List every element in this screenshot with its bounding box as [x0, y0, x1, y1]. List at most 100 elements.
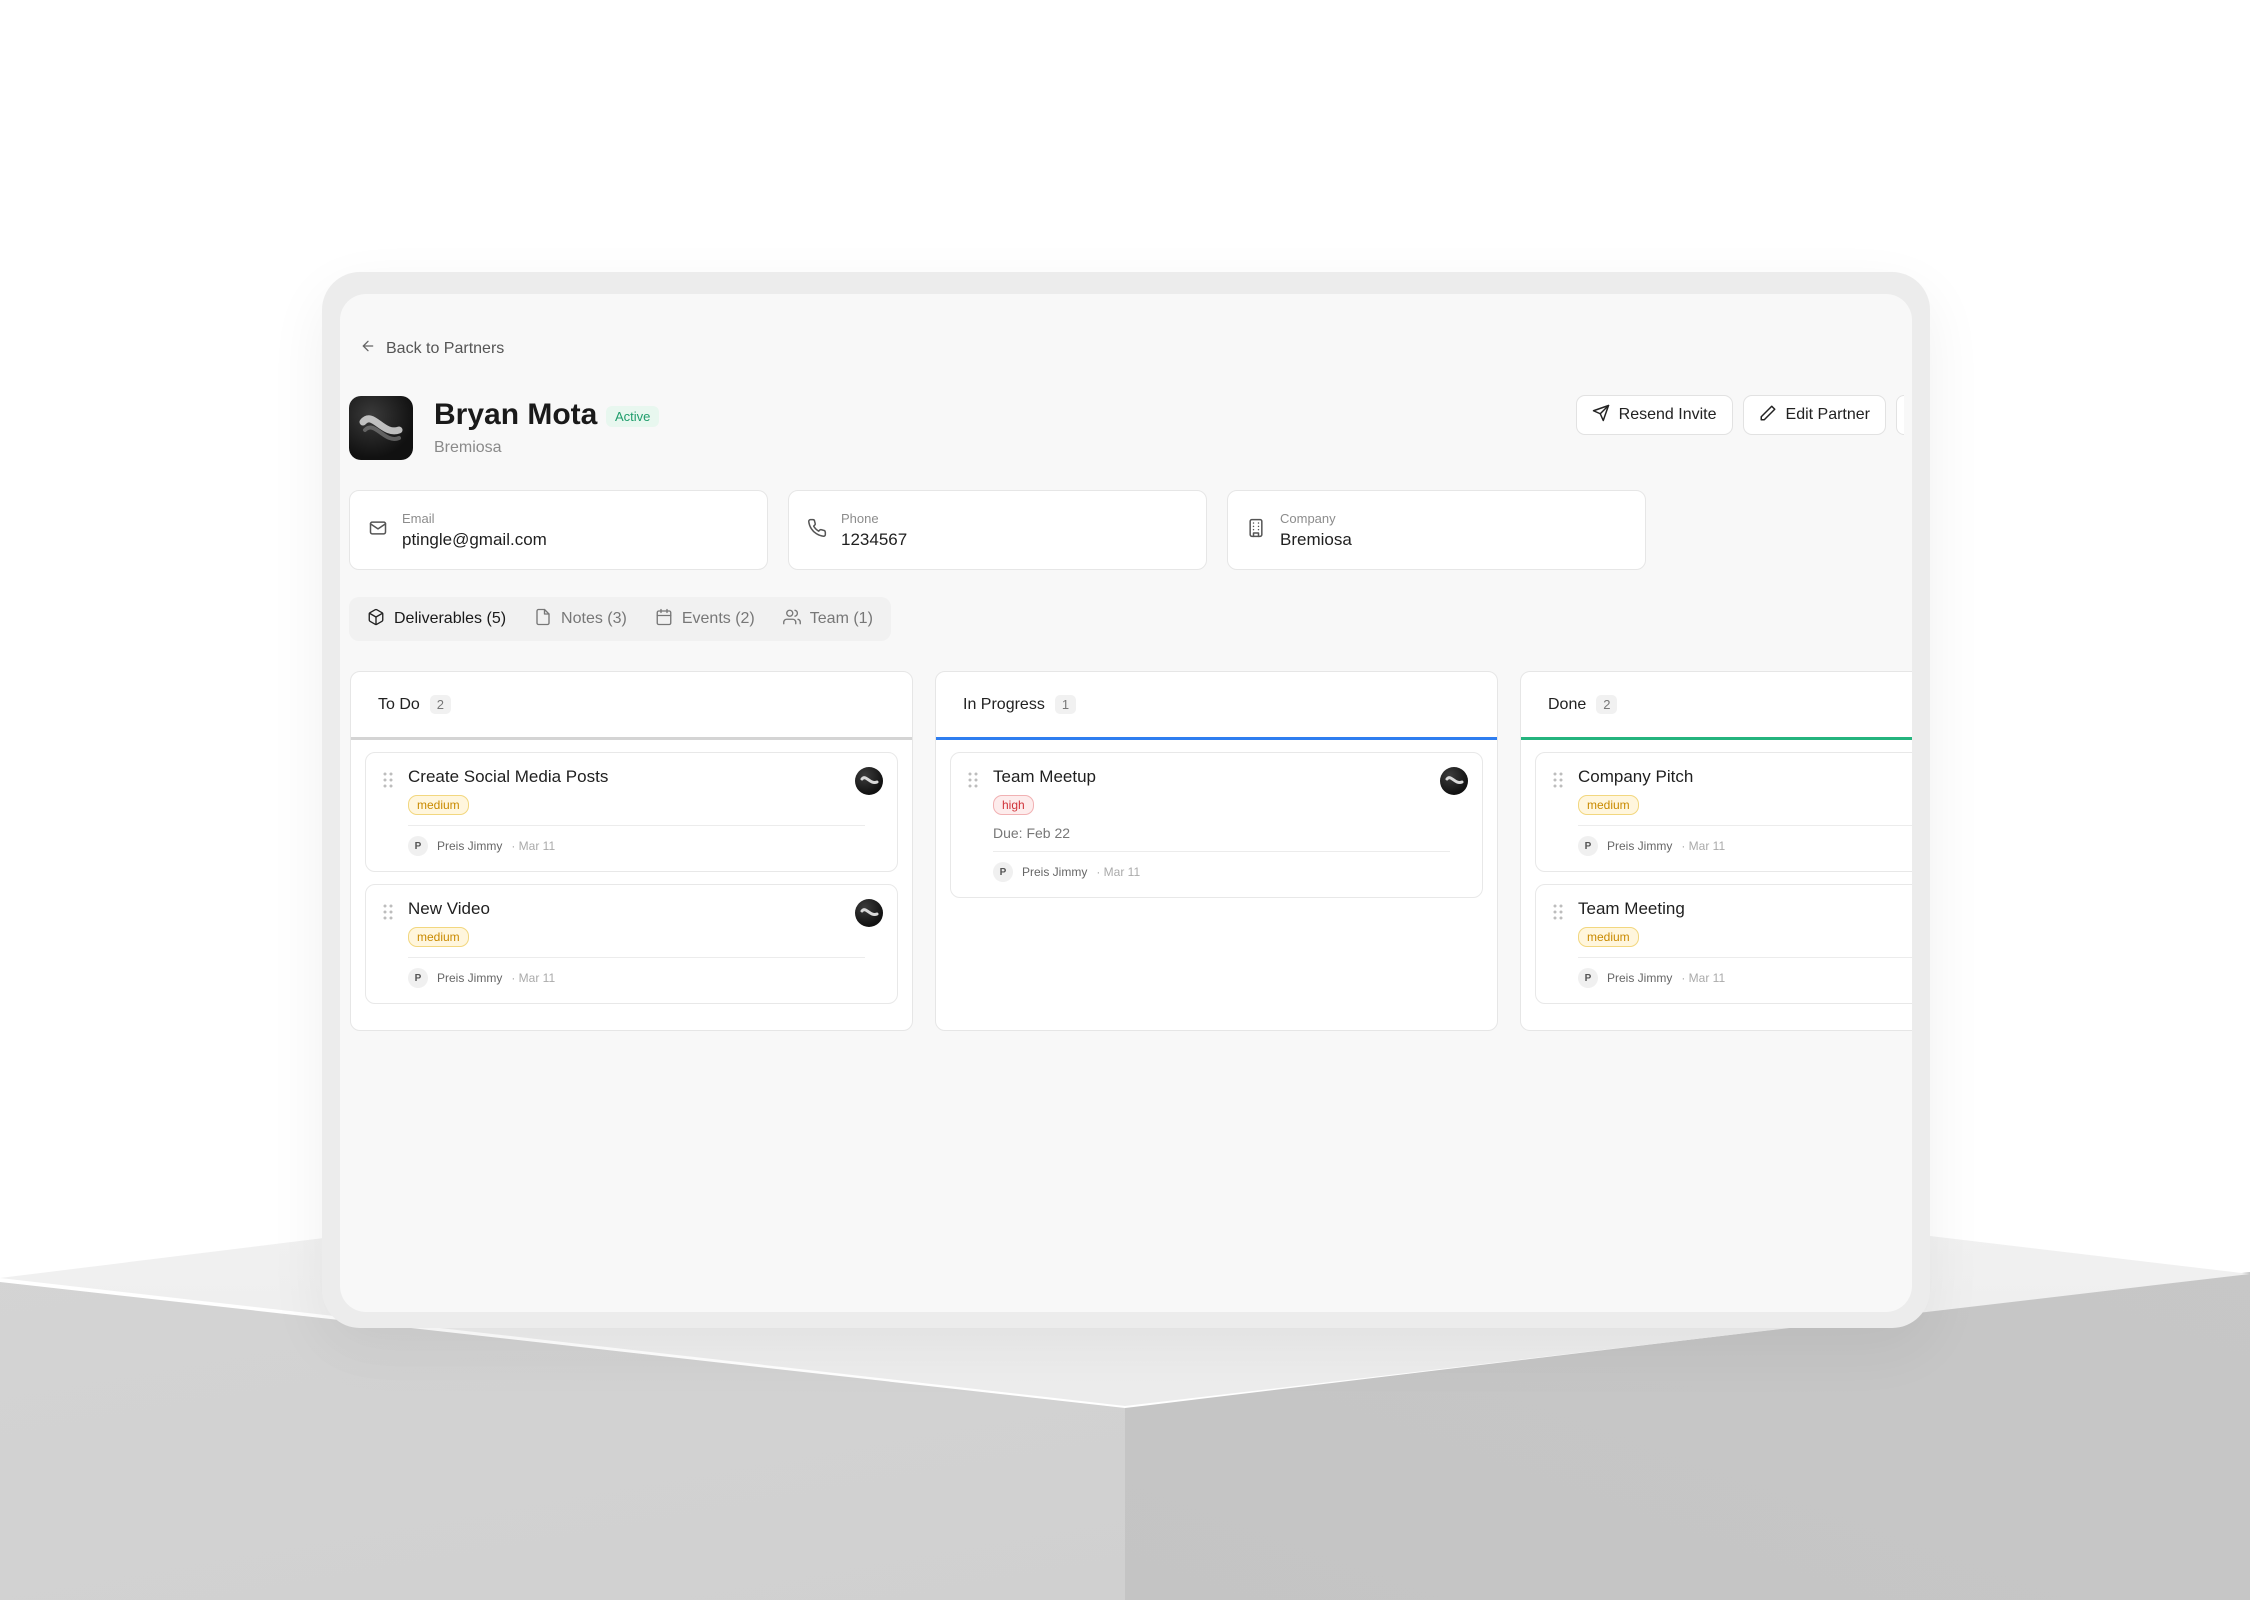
- column-title: To Do: [378, 695, 420, 713]
- tab-deliverables[interactable]: Deliverables (5): [355, 601, 518, 637]
- building-icon: [1246, 518, 1266, 543]
- column-todo: To Do 2 Create Social Media Posts medium…: [350, 671, 913, 1031]
- arrow-left-icon: [360, 338, 376, 359]
- task-meta: P Preis Jimmy · Mar 11: [1578, 836, 1912, 856]
- task-title: Create Social Media Posts: [408, 767, 609, 786]
- task-title: Team Meetup: [993, 767, 1096, 786]
- contact-info-row: Email ptingle@gmail.com Phone 1234567 Co…: [349, 490, 1646, 570]
- author-initial: P: [1578, 968, 1598, 988]
- phone-value: 1234567: [841, 529, 908, 549]
- priority-badge: medium: [1578, 927, 1639, 947]
- card-divider: [1578, 825, 1912, 826]
- column-count: 2: [1596, 695, 1618, 714]
- task-card[interactable]: Company Pitch medium P Preis Jimmy · Mar…: [1535, 752, 1912, 872]
- package-icon: [367, 608, 385, 631]
- column-header: Done 2: [1521, 672, 1912, 740]
- drag-handle-icon[interactable]: [382, 771, 394, 789]
- file-icon: [534, 608, 552, 631]
- author-name: Preis Jimmy: [1022, 865, 1088, 879]
- card-divider: [408, 825, 865, 826]
- tab-team[interactable]: Team (1): [771, 601, 885, 637]
- calendar-icon: [655, 608, 673, 631]
- drag-handle-icon[interactable]: [1552, 903, 1564, 921]
- column-count: 1: [1054, 695, 1077, 714]
- tab-notes[interactable]: Notes (3): [522, 601, 639, 637]
- app-screen: Back to Partners Bryan Mota Active Bremi…: [340, 294, 1912, 1312]
- task-card[interactable]: Team Meetup high Due: Feb 22 P Preis Jim…: [950, 752, 1483, 898]
- header-actions: Resend Invite Edit Partner: [1575, 395, 1904, 435]
- partner-name: Bryan Mota: [434, 398, 598, 431]
- tab-events[interactable]: Events (2): [643, 601, 767, 637]
- phone-icon: [807, 518, 827, 543]
- task-date: · Mar 11: [511, 971, 556, 985]
- card-divider: [1578, 957, 1912, 958]
- column-done: Done 2 Company Pitch medium P Preis Jimm…: [1520, 671, 1912, 1031]
- edit-partner-label: Edit Partner: [1785, 406, 1870, 423]
- task-date: · Mar 11: [1096, 865, 1141, 879]
- author-initial: P: [408, 836, 428, 856]
- due-date: Due: Feb 22: [993, 825, 1071, 841]
- column-title: Done: [1548, 695, 1587, 713]
- author-name: Preis Jimmy: [1607, 971, 1673, 985]
- detail-tabs: Deliverables (5) Notes (3) Events (2) Te…: [349, 597, 891, 641]
- task-meta: P Preis Jimmy · Mar 11: [993, 862, 1466, 882]
- back-to-partners-link[interactable]: Back to Partners: [360, 338, 504, 359]
- task-date: · Mar 11: [1681, 839, 1726, 853]
- task-title: Company Pitch: [1578, 767, 1694, 786]
- assignee-avatar[interactable]: [1440, 767, 1468, 795]
- users-icon: [782, 608, 801, 631]
- author-name: Preis Jimmy: [437, 839, 503, 853]
- email-label: Email: [402, 510, 435, 526]
- drag-handle-icon[interactable]: [382, 903, 394, 921]
- assignee-avatar[interactable]: [855, 767, 883, 795]
- column-count: 2: [429, 695, 452, 714]
- phone-card: Phone 1234567: [788, 490, 1207, 570]
- email-value: ptingle@gmail.com: [402, 529, 547, 549]
- column-header: In Progress 1: [936, 672, 1497, 740]
- task-card[interactable]: New Video medium P Preis Jimmy · Mar 11: [365, 884, 898, 1004]
- author-name: Preis Jimmy: [1607, 839, 1673, 853]
- author-initial: P: [408, 968, 428, 988]
- task-meta: P Preis Jimmy · Mar 11: [408, 968, 881, 988]
- priority-badge: medium: [1578, 795, 1639, 815]
- tab-notes-label: Notes (3): [561, 610, 627, 627]
- kanban-board: To Do 2 Create Social Media Posts medium…: [350, 671, 1912, 1031]
- task-date: · Mar 11: [1681, 971, 1726, 985]
- partner-company: Bremiosa: [434, 439, 502, 456]
- card-divider: [408, 957, 865, 958]
- phone-label: Phone: [841, 510, 879, 526]
- pencil-icon: [1759, 404, 1777, 427]
- assignee-avatar[interactable]: [855, 899, 883, 927]
- column-header: To Do 2: [351, 672, 912, 740]
- partner-avatar: [349, 396, 413, 460]
- status-badge: Active: [606, 406, 660, 427]
- priority-badge: medium: [408, 795, 469, 815]
- edit-partner-button[interactable]: Edit Partner: [1742, 395, 1886, 435]
- more-actions-button[interactable]: [1896, 395, 1904, 435]
- column-title: In Progress: [963, 695, 1045, 713]
- drag-handle-icon[interactable]: [967, 771, 979, 789]
- task-title: Team Meeting: [1578, 899, 1685, 918]
- priority-badge: high: [993, 795, 1034, 815]
- mail-icon: [368, 518, 388, 543]
- task-card[interactable]: Create Social Media Posts medium P Preis…: [365, 752, 898, 872]
- resend-invite-label: Resend Invite: [1618, 406, 1717, 423]
- task-date: · Mar 11: [511, 839, 556, 853]
- column-in-progress: In Progress 1 Team Meetup high Due: Feb …: [935, 671, 1498, 1031]
- back-link-label: Back to Partners: [386, 339, 505, 357]
- tab-deliverables-label: Deliverables (5): [394, 610, 507, 627]
- author-initial: P: [993, 862, 1013, 882]
- drag-handle-icon[interactable]: [1552, 771, 1564, 789]
- send-icon: [1592, 404, 1610, 427]
- card-divider: [993, 851, 1450, 852]
- email-card: Email ptingle@gmail.com: [349, 490, 768, 570]
- tablet-frame: Back to Partners Bryan Mota Active Bremi…: [322, 272, 1930, 1328]
- task-card[interactable]: Team Meeting medium P Preis Jimmy · Mar …: [1535, 884, 1912, 1004]
- company-card: Company Bremiosa: [1227, 490, 1646, 570]
- tab-events-label: Events (2): [681, 610, 755, 627]
- author-initial: P: [1578, 836, 1598, 856]
- company-label: Company: [1280, 510, 1336, 526]
- company-value: Bremiosa: [1280, 529, 1352, 549]
- resend-invite-button[interactable]: Resend Invite: [1575, 395, 1733, 435]
- tab-team-label: Team (1): [809, 610, 873, 627]
